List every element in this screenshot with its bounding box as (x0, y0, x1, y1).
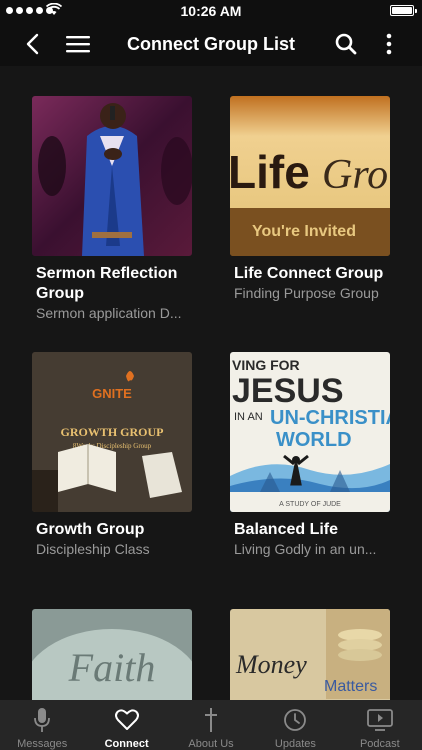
more-vertical-icon (386, 33, 392, 55)
group-title: Sermon Reflection Group (36, 265, 178, 302)
status-time: 10:26 AM (180, 3, 242, 19)
microphone-icon (34, 708, 51, 732)
group-card-money-matters[interactable]: Money Matters (230, 609, 390, 700)
search-button[interactable] (328, 22, 364, 66)
heart-icon (114, 709, 139, 730)
group-title: Growth Group (36, 521, 145, 538)
group-title: Life Connect Group (234, 265, 384, 282)
svg-text:Money: Money (235, 650, 307, 679)
group-subtitle: Sermon application D... (36, 305, 182, 321)
group-card-life-connect[interactable]: Life Grou You're Invited Life Connect Gr… (230, 96, 390, 302)
bottom-tab-bar: Messages Connect About Us Updates Podcas… (0, 700, 422, 750)
svg-text:Grou: Grou (322, 152, 390, 198)
svg-text:GNITE: GNITE (92, 386, 132, 401)
svg-text:IN AN: IN AN (234, 411, 263, 423)
tab-updates[interactable]: Updates (253, 700, 337, 750)
clock-icon (284, 709, 307, 731)
svg-text:UN-CHRISTIA: UN-CHRISTIA (270, 407, 390, 429)
living-for-jesus-image: VING FOR JESUS IN AN UN-CHRISTIA WORLD A… (230, 352, 390, 512)
group-thumbnail: Money Matters (230, 609, 390, 700)
faith-stone-image: Faith (32, 609, 192, 700)
cross-icon (205, 708, 218, 732)
group-thumbnail: Faith (32, 609, 192, 700)
group-card-faith[interactable]: Faith (32, 609, 192, 700)
tab-label: Messages (17, 738, 68, 750)
svg-text:WORLD: WORLD (276, 429, 352, 451)
back-button[interactable] (14, 22, 50, 66)
page-title: Connect Group List (127, 34, 295, 54)
group-subtitle: Finding Purpose Group (234, 285, 379, 301)
money-matters-image: Money Matters (230, 609, 390, 700)
svg-text:JESUS: JESUS (232, 372, 344, 410)
preacher-image (32, 96, 192, 256)
group-grid: Sermon Reflection Group Sermon applicati… (0, 66, 422, 700)
tab-messages[interactable]: Messages (0, 700, 84, 750)
group-card-balanced-life[interactable]: VING FOR JESUS IN AN UN-CHRISTIA WORLD A… (230, 352, 390, 558)
chevron-left-icon (26, 33, 39, 55)
life-group-image: Life Grou You're Invited (230, 96, 390, 256)
tab-label: Updates (274, 738, 316, 750)
tab-label: Connect (104, 738, 149, 750)
hamburger-menu-icon (66, 36, 90, 53)
search-icon (335, 33, 357, 55)
tab-label: Podcast (359, 738, 400, 750)
nav-bar: Connect Group List (0, 22, 422, 66)
svg-text:Life: Life (230, 146, 310, 198)
growth-group-image: GNITE GROWTH GROUP 8Weeks Discipleship G… (32, 352, 192, 512)
group-thumbnail: GNITE GROWTH GROUP 8Weeks Discipleship G… (32, 352, 192, 512)
svg-text:You're Invited: You're Invited (252, 223, 356, 240)
svg-text:Faith: Faith (68, 645, 156, 690)
svg-text:Matters: Matters (324, 678, 377, 695)
svg-text:A STUDY OF JUDE: A STUDY OF JUDE (279, 501, 341, 508)
status-bar: 10:26 AM (0, 0, 422, 22)
tab-label: About Us (188, 738, 234, 750)
more-options-button[interactable] (374, 22, 404, 66)
tv-play-icon (366, 709, 393, 731)
svg-text:VING FOR: VING FOR (232, 357, 300, 373)
group-subtitle: Discipleship Class (36, 541, 150, 557)
tab-about-us[interactable]: About Us (169, 700, 253, 750)
tab-connect[interactable]: Connect (84, 700, 168, 750)
group-thumbnail: Life Grou You're Invited (230, 96, 390, 256)
group-thumbnail: VING FOR JESUS IN AN UN-CHRISTIA WORLD A… (230, 352, 390, 512)
group-thumbnail (32, 96, 192, 256)
tab-podcast[interactable]: Podcast (338, 700, 422, 750)
svg-text:GROWTH GROUP: GROWTH GROUP (60, 425, 163, 439)
group-subtitle: Living Godly in an un... (234, 541, 377, 557)
group-card-growth[interactable]: GNITE GROWTH GROUP 8Weeks Discipleship G… (32, 352, 192, 558)
battery-icon (390, 5, 417, 16)
group-card-sermon-reflection[interactable]: Sermon Reflection Group Sermon applicati… (32, 96, 192, 322)
group-title: Balanced Life (234, 521, 339, 538)
